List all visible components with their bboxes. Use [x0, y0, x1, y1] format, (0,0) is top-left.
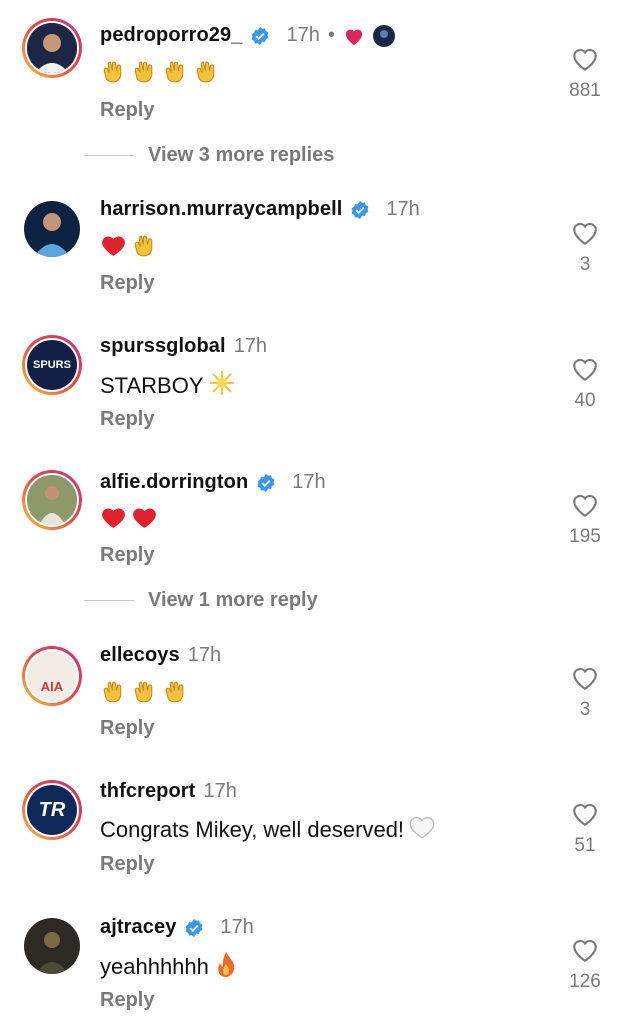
- avatar-logo-text: SPURS: [33, 359, 71, 371]
- clap-emoji-icon: [162, 58, 189, 91]
- clap-emoji-icon: [131, 232, 158, 265]
- timestamp: 17h: [386, 198, 420, 220]
- avatar[interactable]: [22, 18, 82, 78]
- clap-emoji-icon: [131, 58, 158, 91]
- like-column: 51: [560, 801, 610, 857]
- view-more-label[interactable]: View 1 more reply: [148, 589, 318, 612]
- like-column: 126: [560, 937, 610, 993]
- red-heart-emoji-icon: [131, 505, 158, 536]
- clap-emoji-icon: [100, 678, 127, 711]
- timestamp: 17h: [286, 24, 320, 46]
- clap-emoji-icon: [131, 678, 158, 711]
- heart-outline-icon[interactable]: [571, 46, 599, 72]
- reply-button[interactable]: Reply: [100, 853, 154, 876]
- clap-emoji-icon: [162, 678, 189, 711]
- heart-outline-icon[interactable]: [571, 665, 599, 691]
- avatar-logo-text: TR: [38, 798, 66, 821]
- username[interactable]: ellecoys: [100, 644, 180, 667]
- like-count[interactable]: 40: [560, 390, 610, 412]
- heart-outline-icon[interactable]: [571, 801, 599, 827]
- red-heart-emoji-icon: [100, 505, 127, 536]
- heart-outline-icon[interactable]: [571, 492, 599, 518]
- heart-outline-icon[interactable]: [571, 356, 599, 382]
- reply-button[interactable]: Reply: [100, 989, 154, 1012]
- comment-text: [100, 58, 220, 91]
- like-count[interactable]: 881: [560, 80, 610, 102]
- verified-badge-icon: [351, 200, 369, 219]
- timestamp: 17h: [203, 780, 237, 802]
- comment-text: STARBOY: [100, 369, 236, 403]
- reply-button[interactable]: Reply: [100, 717, 154, 740]
- avatar[interactable]: [22, 470, 82, 530]
- avatar[interactable]: [24, 201, 80, 257]
- fire-emoji-icon: [213, 950, 239, 984]
- timestamp: 17h: [292, 471, 326, 493]
- author-avatar-icon: [372, 24, 395, 47]
- comment-body: STARBOY: [100, 373, 204, 398]
- username[interactable]: spurssglobal: [100, 335, 226, 358]
- like-column: 40: [560, 356, 610, 412]
- view-more-replies-button[interactable]: View 1 more reply: [84, 589, 318, 612]
- like-column: 195: [560, 492, 610, 548]
- avatar[interactable]: AIA: [22, 646, 82, 706]
- username[interactable]: pedroporro29_: [100, 24, 242, 47]
- like-count[interactable]: 195: [560, 526, 610, 548]
- comment-text: [100, 678, 189, 711]
- like-column: 3: [560, 220, 610, 276]
- author-liked-heart-icon: [345, 29, 363, 45]
- clap-emoji-icon: [100, 58, 127, 91]
- avatar[interactable]: TR: [22, 780, 82, 840]
- white-heart-emoji-icon: [408, 814, 436, 846]
- username[interactable]: thfcreport: [100, 780, 195, 803]
- reply-button[interactable]: Reply: [100, 272, 154, 295]
- timestamp: 17h: [187, 644, 222, 666]
- like-count[interactable]: 3: [560, 699, 610, 721]
- reply-button[interactable]: Reply: [100, 99, 154, 122]
- comment-text: Congrats Mikey, well deserved!: [100, 814, 436, 846]
- verified-badge-icon: [186, 918, 203, 937]
- avatar[interactable]: SPURS: [22, 335, 82, 395]
- comment-text: [100, 505, 158, 536]
- comment-body: yeahhhhhh: [100, 954, 209, 979]
- comment-body: Congrats Mikey, well deserved!: [100, 817, 405, 842]
- like-count[interactable]: 3: [560, 254, 610, 276]
- heart-outline-icon[interactable]: [571, 220, 599, 246]
- verified-badge-icon: [252, 26, 269, 45]
- comment-text: yeahhhhhh: [100, 950, 239, 984]
- red-heart-emoji-icon: [100, 233, 127, 264]
- view-more-replies-button[interactable]: View 3 more replies: [84, 144, 334, 167]
- username[interactable]: harrison.murraycampbell: [100, 198, 342, 221]
- timestamp: 17h: [233, 335, 268, 357]
- separator-dot: •: [327, 24, 335, 46]
- timestamp: 17h: [220, 916, 254, 938]
- verified-badge-icon: [257, 473, 275, 492]
- view-more-label[interactable]: View 3 more replies: [148, 144, 334, 167]
- like-column: 881: [560, 46, 610, 102]
- like-count[interactable]: 126: [560, 971, 610, 993]
- comment-text: [100, 232, 158, 265]
- like-count[interactable]: 51: [560, 835, 610, 857]
- like-column: 3: [560, 665, 610, 721]
- avatar[interactable]: [24, 918, 80, 974]
- reply-button[interactable]: Reply: [100, 544, 154, 567]
- divider: [84, 155, 134, 156]
- heart-outline-icon[interactable]: [571, 937, 599, 963]
- username[interactable]: alfie.dorrington: [100, 471, 248, 494]
- sparkle-emoji-icon: [208, 369, 236, 403]
- divider: [84, 600, 134, 601]
- username[interactable]: ajtracey: [100, 916, 176, 939]
- reply-button[interactable]: Reply: [100, 408, 154, 431]
- clap-emoji-icon: [193, 58, 220, 91]
- avatar-logo-text: AIA: [40, 678, 64, 694]
